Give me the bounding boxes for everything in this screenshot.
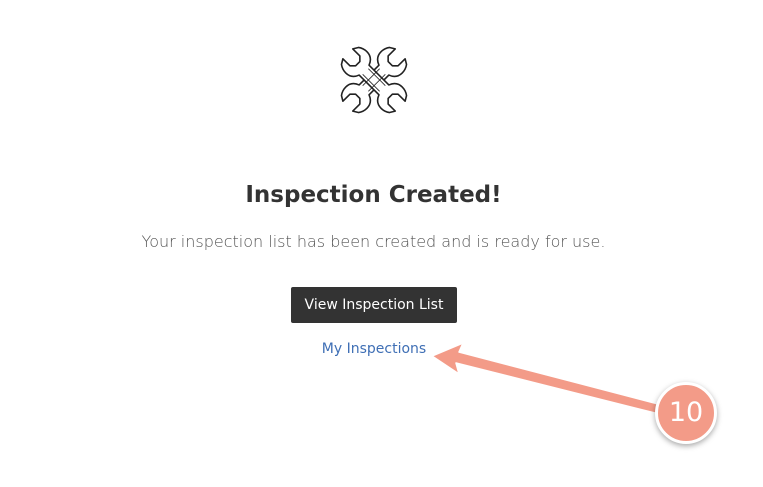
- page-title: Inspection Created!: [245, 182, 502, 208]
- confirmation-message: Your inspection list has been created an…: [141, 232, 606, 251]
- step-number-badge: 10: [655, 382, 717, 444]
- view-inspection-list-button[interactable]: View Inspection List: [291, 287, 457, 323]
- crossed-wrenches-icon: [340, 46, 408, 114]
- my-inspections-link[interactable]: My Inspections: [300, 339, 448, 359]
